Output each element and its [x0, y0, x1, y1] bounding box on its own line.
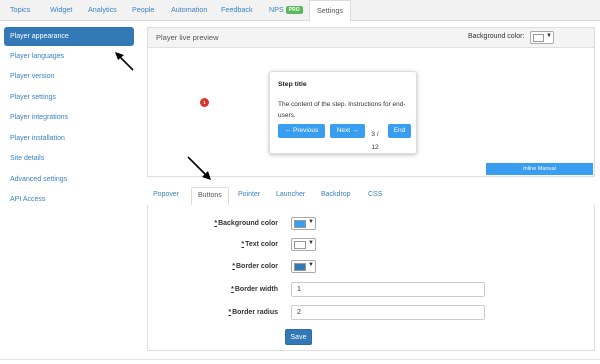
tab-launcher[interactable]: Launcher [276, 187, 305, 205]
step-counter: 3 / 12 [371, 131, 379, 151]
caret-down-icon: ▼ [308, 240, 314, 246]
step-popover: Step title The content of the step. Inst… [269, 71, 417, 154]
previous-button[interactable]: ← Previous [278, 124, 325, 138]
step-body: The content of the step. Instructions fo… [278, 101, 406, 119]
caret-down-icon: ▼ [308, 219, 314, 225]
tab-widget[interactable]: Widget [50, 0, 72, 21]
tab-topics[interactable]: Topics [10, 0, 30, 21]
border-color-field-swatch [294, 263, 306, 271]
border-radius-field-label: *Border radius [158, 307, 278, 319]
background-color-field-picker[interactable]: ▼ [291, 217, 316, 230]
tab-pointer[interactable]: Pointer [238, 187, 260, 205]
sidebar-item-player-appearance[interactable]: Player appearance [4, 27, 134, 46]
required-mark: * [214, 220, 218, 227]
footer-divider [0, 359, 600, 360]
save-button[interactable]: Save [285, 329, 312, 345]
border-color-field-label: *Border color [158, 261, 278, 273]
tab-settings[interactable]: Settings [309, 0, 351, 22]
tab-feedback[interactable]: Feedback [221, 0, 253, 21]
border-radius-input[interactable] [291, 305, 485, 320]
tab-popover[interactable]: Popover [153, 187, 179, 205]
tab-people[interactable]: People [132, 0, 154, 21]
sidebar-item-player-languages[interactable]: Player languages [4, 47, 134, 66]
player-preview-panel: Player live preview Background color: ▼ … [147, 27, 595, 177]
pro-badge: PRO [285, 6, 303, 14]
field-label-text: Border width [234, 286, 278, 293]
tab-buttons[interactable]: Buttons [191, 187, 229, 206]
field-label-text: Border color [235, 263, 278, 270]
sidebar-item-player-installation[interactable]: Player installation [4, 129, 134, 148]
inline-manual-bar: Inline Manual [486, 163, 593, 175]
tab-nps[interactable]: NPS PRO [269, 0, 303, 21]
preview-title: Player live preview [156, 33, 219, 42]
text-color-field-picker[interactable]: ▼ [291, 238, 316, 251]
preview-header: Player live preview Background color: ▼ [148, 28, 594, 48]
background-color-field-swatch [294, 220, 306, 228]
end-button[interactable]: End [388, 124, 411, 138]
border-width-input[interactable] [291, 282, 485, 297]
top-nav: Topics Widget Analytics People Automatio… [0, 0, 600, 22]
tab-nps-label: NPS [269, 5, 284, 14]
hotspot-marker[interactable]: 1 [200, 98, 209, 107]
caret-down-icon: ▼ [308, 262, 314, 268]
text-color-field-swatch [294, 241, 306, 249]
caret-down-icon: ▼ [546, 33, 552, 39]
background-color-picker[interactable]: ▼ [530, 31, 554, 44]
sidebar-item-site-details[interactable]: Site details [4, 149, 134, 168]
next-button[interactable]: Next → [330, 124, 365, 138]
background-color-label: Background color: [468, 33, 525, 40]
tab-css[interactable]: CSS [368, 187, 382, 205]
required-mark: * [232, 263, 235, 270]
text-color-field-label: *Text color [158, 239, 278, 251]
step-title: Step title [278, 81, 307, 88]
required-mark: * [241, 241, 245, 248]
sidebar-item-advanced-settings[interactable]: Advanced settings [4, 170, 134, 189]
background-color-swatch [533, 34, 544, 42]
border-color-field-picker[interactable]: ▼ [291, 260, 316, 273]
sidebar-item-api-access[interactable]: API Access [4, 190, 134, 209]
border-width-field-label: *Border width [158, 284, 278, 296]
background-color-field-label: *Background color [158, 218, 278, 230]
sidebar-item-player-settings[interactable]: Player settings [4, 88, 134, 107]
required-mark: * [231, 286, 234, 293]
field-label-text: Border radius [232, 309, 278, 316]
field-label-text: Text color [245, 241, 278, 248]
sidebar-item-player-integrations[interactable]: Player integrations [4, 108, 134, 127]
required-mark: * [228, 309, 232, 316]
field-label-text: Background color [218, 220, 278, 227]
tab-analytics[interactable]: Analytics [88, 0, 117, 21]
tab-automation[interactable]: Automation [171, 0, 207, 21]
tab-backdrop[interactable]: Backdrop [321, 187, 351, 205]
sidebar-item-player-version[interactable]: Player version [4, 67, 134, 86]
